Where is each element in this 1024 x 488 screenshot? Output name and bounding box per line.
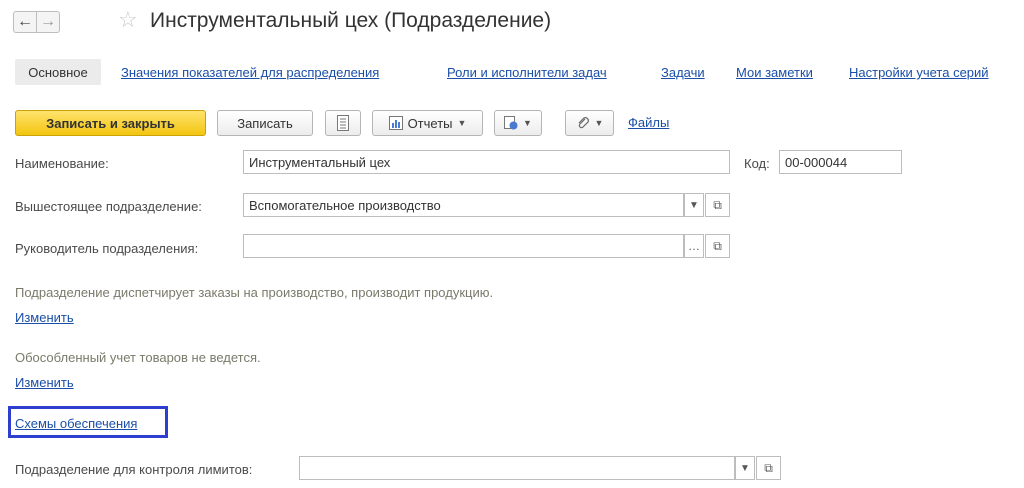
tab-main[interactable]: Основное — [15, 59, 101, 85]
parent-subdivision-open-button[interactable]: ⧉ — [705, 193, 730, 217]
name-label: Наименование: — [15, 156, 109, 171]
star-icon[interactable]: ☆ — [118, 9, 138, 31]
save-button[interactable]: Записать — [217, 110, 313, 136]
head-input[interactable] — [243, 234, 684, 258]
code-input[interactable]: 00-000044 — [779, 150, 902, 174]
save-label: Записать — [237, 115, 293, 131]
dispatch-info-text: Подразделение диспетчирует заказы на про… — [15, 285, 494, 300]
open-window-icon: ⧉ — [713, 197, 722, 212]
tab-roles[interactable]: Роли и исполнители задач — [447, 65, 607, 80]
back-button[interactable]: ← — [13, 11, 37, 33]
attachments-button[interactable]: ▼ — [565, 110, 614, 136]
reports-label: Отчеты — [407, 115, 453, 131]
save-and-close-label: Записать и закрыть — [46, 115, 175, 131]
chevron-down-icon: ▼ — [457, 118, 467, 128]
arrow-left-icon: ← — [17, 13, 33, 30]
head-open-button[interactable]: ⧉ — [705, 234, 730, 258]
save-and-close-button[interactable]: Записать и закрыть — [15, 110, 206, 136]
ellipsis-icon: … — [688, 239, 700, 253]
chevron-down-icon: ▼ — [523, 118, 532, 128]
chevron-down-icon: ▼ — [740, 462, 750, 474]
open-window-icon: ⧉ — [764, 460, 773, 475]
head-label: Руководитель подразделения: — [15, 241, 199, 256]
report-icon — [388, 116, 403, 130]
head-select-button[interactable]: … — [684, 234, 704, 258]
accounting-change-link[interactable]: Изменить — [15, 375, 74, 390]
tab-tasks[interactable]: Задачи — [661, 65, 705, 80]
limits-subdivision-dropdown-button[interactable]: ▼ — [735, 456, 755, 480]
files-link[interactable]: Файлы — [628, 115, 669, 130]
tab-notes[interactable]: Мои заметки — [736, 65, 813, 80]
chevron-down-icon: ▼ — [594, 118, 604, 128]
dispatch-change-link[interactable]: Изменить — [15, 310, 74, 325]
supply-schemes-link[interactable]: Схемы обеспечения — [15, 416, 137, 431]
accounting-info-text: Обособленный учет товаров не ведется. — [15, 350, 261, 365]
limits-subdivision-label: Подразделение для контроля лимитов: — [15, 462, 253, 477]
parent-subdivision-dropdown-button[interactable]: ▼ — [684, 193, 704, 217]
forward-button[interactable]: → — [36, 11, 60, 33]
page-title: Инструментальный цех (Подразделение) — [150, 9, 552, 32]
tab-distribution-values[interactable]: Значения показателей для распределения — [121, 65, 379, 80]
code-label: Код: — [744, 156, 770, 171]
parent-subdivision-input[interactable]: Вспомогательное производство — [243, 193, 684, 217]
document-list-button[interactable] — [325, 110, 361, 136]
parent-subdivision-label: Вышестоящее подразделение: — [15, 199, 202, 214]
create-based-on-button[interactable]: ▼ — [494, 110, 542, 136]
paperclip-icon — [578, 117, 589, 129]
name-input[interactable]: Инструментальный цех — [243, 150, 730, 174]
tab-series-settings[interactable]: Настройки учета серий — [849, 65, 989, 80]
open-window-icon: ⧉ — [713, 238, 722, 253]
chevron-down-icon: ▼ — [689, 199, 699, 211]
create-document-icon — [504, 116, 518, 130]
reports-button[interactable]: Отчеты ▼ — [372, 110, 483, 136]
limits-subdivision-open-button[interactable]: ⧉ — [756, 456, 781, 480]
limits-subdivision-input[interactable] — [299, 456, 735, 480]
arrow-right-icon: → — [40, 13, 56, 30]
list-icon — [337, 115, 349, 131]
